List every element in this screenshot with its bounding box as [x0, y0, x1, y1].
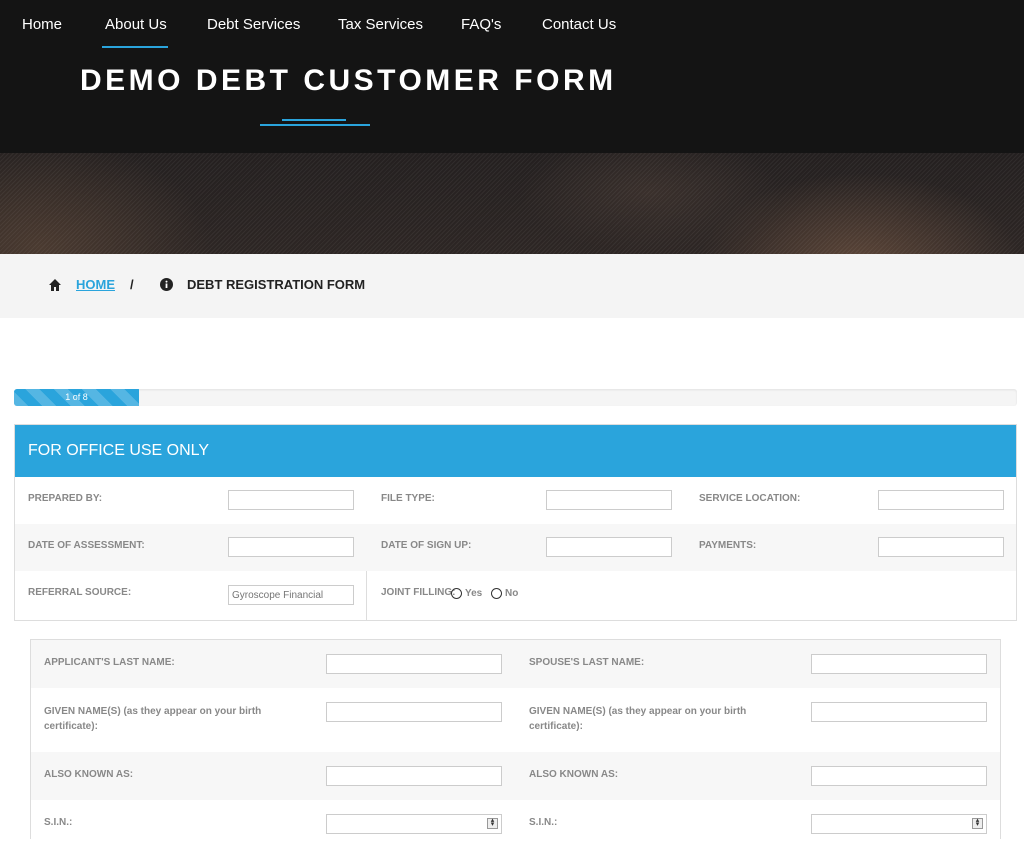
home-icon	[49, 279, 61, 291]
nav-tax-services[interactable]: Tax Services	[338, 16, 423, 33]
form-progress: 1 of 8	[14, 389, 1017, 406]
spouse-sin-input[interactable]: ▴ ▾	[811, 814, 987, 834]
page-title: DEMO DEBT CUSTOMER FORM	[80, 64, 617, 97]
nav-contact-us[interactable]: Contact Us	[542, 16, 616, 33]
applicant-spouse-table: APPLICANT'S LAST NAME: SPOUSE'S LAST NAM…	[30, 639, 1001, 848]
office-panel-title: FOR OFFICE USE ONLY	[28, 442, 210, 459]
service-location-input[interactable]	[878, 490, 1004, 510]
nav-about-us[interactable]: About Us	[105, 16, 167, 33]
row-divider	[366, 571, 367, 620]
referral-source-label: REFERRAL SOURCE:	[28, 587, 132, 598]
prepared-by-input[interactable]	[228, 490, 354, 510]
prepared-by-label: PREPARED BY:	[28, 493, 103, 504]
office-row-3: REFERRAL SOURCE: JOINT FILLING: Yes No	[15, 571, 1016, 620]
nav-active-underline	[102, 46, 168, 48]
info-icon	[160, 278, 173, 291]
applicant-aka-input[interactable]	[326, 766, 502, 786]
joint-filling-no-radio[interactable]	[491, 588, 503, 599]
breadcrumb-current: DEBT REGISTRATION FORM	[187, 277, 366, 292]
nav-home[interactable]: Home	[22, 16, 62, 33]
joint-filling-yes-label: Yes	[465, 588, 483, 600]
spouse-sin-label: S.I.N.:	[529, 817, 558, 828]
applicant-given-names-label: GIVEN NAME(S) (as they appear on your bi…	[44, 706, 262, 732]
file-type-label: FILE TYPE:	[381, 493, 435, 504]
table-row: S.I.N.: ▴ ▾ S.I.N.: ▴ ▾	[31, 800, 1000, 848]
payments-label: PAYMENTS:	[699, 540, 757, 551]
applicant-last-name-label: APPLICANT'S LAST NAME:	[44, 657, 175, 668]
breadcrumb	[0, 254, 1024, 318]
title-divider-top	[282, 119, 346, 121]
date-of-assessment-input[interactable]	[228, 537, 354, 557]
number-spinner-icon[interactable]: ▴ ▾	[487, 817, 498, 829]
spouse-last-name-label: SPOUSE'S LAST NAME:	[529, 657, 645, 668]
applicant-given-names-input[interactable]	[326, 702, 502, 722]
joint-filling-yes-radio[interactable]	[451, 588, 462, 599]
applicant-sin-label: S.I.N.:	[44, 817, 73, 828]
date-of-sign-up-label: DATE OF SIGN UP:	[381, 540, 472, 551]
joint-filling-no-label: No	[505, 588, 519, 600]
joint-filling-label: JOINT FILLING:	[381, 587, 456, 598]
date-of-assessment-label: DATE OF ASSESSMENT:	[28, 540, 145, 551]
spouse-given-names-input[interactable]	[811, 702, 987, 722]
breadcrumb-separator: /	[130, 277, 134, 292]
main-nav: Home About Us Debt Services Tax Services…	[0, 0, 1024, 50]
applicant-sin-input[interactable]: ▴ ▾	[326, 814, 502, 834]
hero-background-image	[0, 153, 1024, 254]
spouse-aka-input[interactable]	[811, 766, 987, 786]
joint-filling-options: Yes No	[451, 588, 518, 599]
office-row-1: PREPARED BY: FILE TYPE: SERVICE LOCATION…	[15, 477, 1016, 524]
date-of-sign-up-input[interactable]	[546, 537, 672, 557]
office-row-2: DATE OF ASSESSMENT: DATE OF SIGN UP: PAY…	[15, 524, 1016, 571]
office-use-panel: FOR OFFICE USE ONLY PREPARED BY: FILE TY…	[14, 424, 1017, 621]
applicant-last-name-input[interactable]	[326, 654, 502, 674]
nav-faqs[interactable]: FAQ's	[461, 16, 501, 33]
spouse-last-name-input[interactable]	[811, 654, 987, 674]
applicant-aka-label: ALSO KNOWN AS:	[44, 769, 134, 780]
title-divider-bottom	[260, 124, 370, 126]
number-spinner-icon[interactable]: ▴ ▾	[972, 817, 983, 829]
progress-label: 1 of 8	[65, 392, 88, 402]
office-panel-header: FOR OFFICE USE ONLY	[15, 425, 1016, 477]
file-type-input[interactable]	[546, 490, 672, 510]
referral-source-input[interactable]	[228, 585, 354, 605]
spouse-given-names-label: GIVEN NAME(S) (as they appear on your bi…	[529, 706, 747, 732]
spouse-aka-label: ALSO KNOWN AS:	[529, 769, 619, 780]
table-row: APPLICANT'S LAST NAME: SPOUSE'S LAST NAM…	[31, 640, 1000, 689]
breadcrumb-home-link[interactable]: HOME	[76, 277, 115, 292]
hero-banner: Home About Us Debt Services Tax Services…	[0, 0, 1024, 254]
service-location-label: SERVICE LOCATION:	[699, 493, 801, 504]
table-row: ALSO KNOWN AS: ALSO KNOWN AS:	[31, 752, 1000, 801]
nav-debt-services[interactable]: Debt Services	[207, 16, 300, 33]
table-row: GIVEN NAME(S) (as they appear on your bi…	[31, 688, 1000, 753]
payments-input[interactable]	[878, 537, 1004, 557]
